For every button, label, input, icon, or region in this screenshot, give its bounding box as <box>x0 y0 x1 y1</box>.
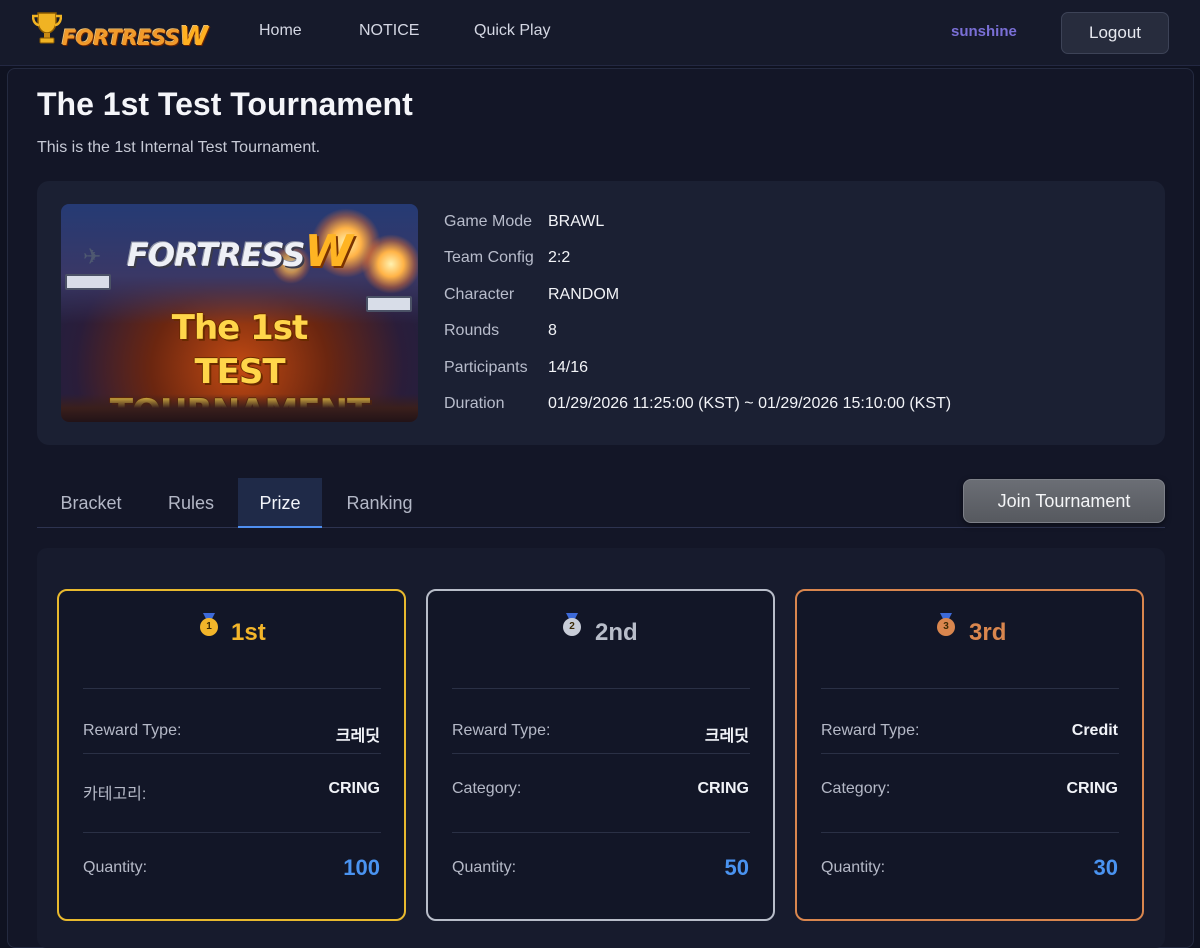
tab-bracket[interactable]: Bracket <box>45 478 137 528</box>
tab-ranking[interactable]: Ranking <box>332 478 427 528</box>
reward-type-value: 크레딧 <box>335 728 380 745</box>
logout-button[interactable]: Logout <box>1061 12 1169 54</box>
page-subtitle: This is the 1st Internal Test Tournament… <box>37 139 321 156</box>
quantity-value: 100 <box>343 855 380 880</box>
prize-place: 1st <box>231 619 266 646</box>
info-label-duration: Duration <box>444 395 505 412</box>
banner-logo-text: FORTRESS <box>127 236 306 274</box>
info-value-rounds: 8 <box>548 322 557 339</box>
reward-type-label: Reward Type: <box>452 722 551 739</box>
info-label-game-mode: Game Mode <box>444 213 533 230</box>
nav-notice-link[interactable]: NOTICE <box>359 22 419 40</box>
quantity-value: 50 <box>724 855 749 880</box>
info-label-participants: Participants <box>444 359 528 376</box>
reward-type-label: Reward Type: <box>821 722 920 739</box>
nav-home-link[interactable]: Home <box>259 22 302 40</box>
silver-medal-icon: 2 <box>562 613 582 636</box>
page-title: The 1st Test Tournament <box>37 86 413 122</box>
top-navbar: FORTRESSW Home NOTICE Quick Play sunshin… <box>0 0 1200 66</box>
banner-title-line1: The 1st <box>171 308 308 348</box>
tab-prize[interactable]: Prize <box>238 478 322 528</box>
tournament-banner-image: ✈ FORTRESSW The 1st TEST TOURNAMENT <box>61 204 418 422</box>
info-value-team-config: 2:2 <box>548 249 571 266</box>
prize-card-3rd: 3 3rd Reward Type: Credit Category: CRIN… <box>795 589 1144 921</box>
category-value: CRING <box>328 780 380 797</box>
category-label: Category: <box>821 780 891 797</box>
quantity-label: Quantity: <box>83 859 148 876</box>
category-value: CRING <box>697 780 749 797</box>
quantity-label: Quantity: <box>821 859 886 876</box>
gold-medal-icon: 1 <box>199 613 219 636</box>
category-label: 카테고리: <box>83 786 147 803</box>
reward-type-label: Reward Type: <box>83 722 182 739</box>
trophy-icon <box>32 12 62 44</box>
info-label-team-config: Team Config <box>444 249 534 266</box>
prize-card-1st: 1 1st Reward Type: 크레딧 카테고리: CRING Quant… <box>57 589 406 921</box>
logo-w: W <box>179 22 209 52</box>
info-label-rounds: Rounds <box>444 322 500 339</box>
category-label: Category: <box>452 780 522 797</box>
jet-icon: ✈ <box>83 244 102 269</box>
nav-quick-play-link[interactable]: Quick Play <box>474 22 550 40</box>
bronze-medal-icon: 3 <box>936 613 956 636</box>
prize-card-2nd: 2 2nd Reward Type: 크레딧 Category: CRING Q… <box>426 589 775 921</box>
quantity-value: 30 <box>1093 855 1118 880</box>
tab-rules[interactable]: Rules <box>150 478 232 528</box>
info-value-participants: 14/16 <box>548 359 589 376</box>
quantity-label: Quantity: <box>452 859 517 876</box>
join-tournament-button[interactable]: Join Tournament <box>963 479 1165 523</box>
prize-place: 3rd <box>969 619 1007 646</box>
info-value-character: RANDOM <box>548 286 620 303</box>
reward-type-value: 크레딧 <box>704 728 749 745</box>
banner-logo-w: W <box>304 226 354 277</box>
username[interactable]: sunshine <box>951 23 1017 40</box>
prize-place: 2nd <box>595 619 638 646</box>
reward-type-value: Credit <box>1071 722 1118 739</box>
fortress-w-logo[interactable]: FORTRESSW <box>32 10 208 52</box>
info-value-duration: 01/29/2026 11:25:00 (KST) ~ 01/29/2026 1… <box>548 395 952 412</box>
category-value: CRING <box>1066 780 1118 797</box>
logo-text: FORTRESS <box>62 26 180 50</box>
info-label-character: Character <box>444 286 515 303</box>
info-value-game-mode: BRAWL <box>548 213 605 230</box>
